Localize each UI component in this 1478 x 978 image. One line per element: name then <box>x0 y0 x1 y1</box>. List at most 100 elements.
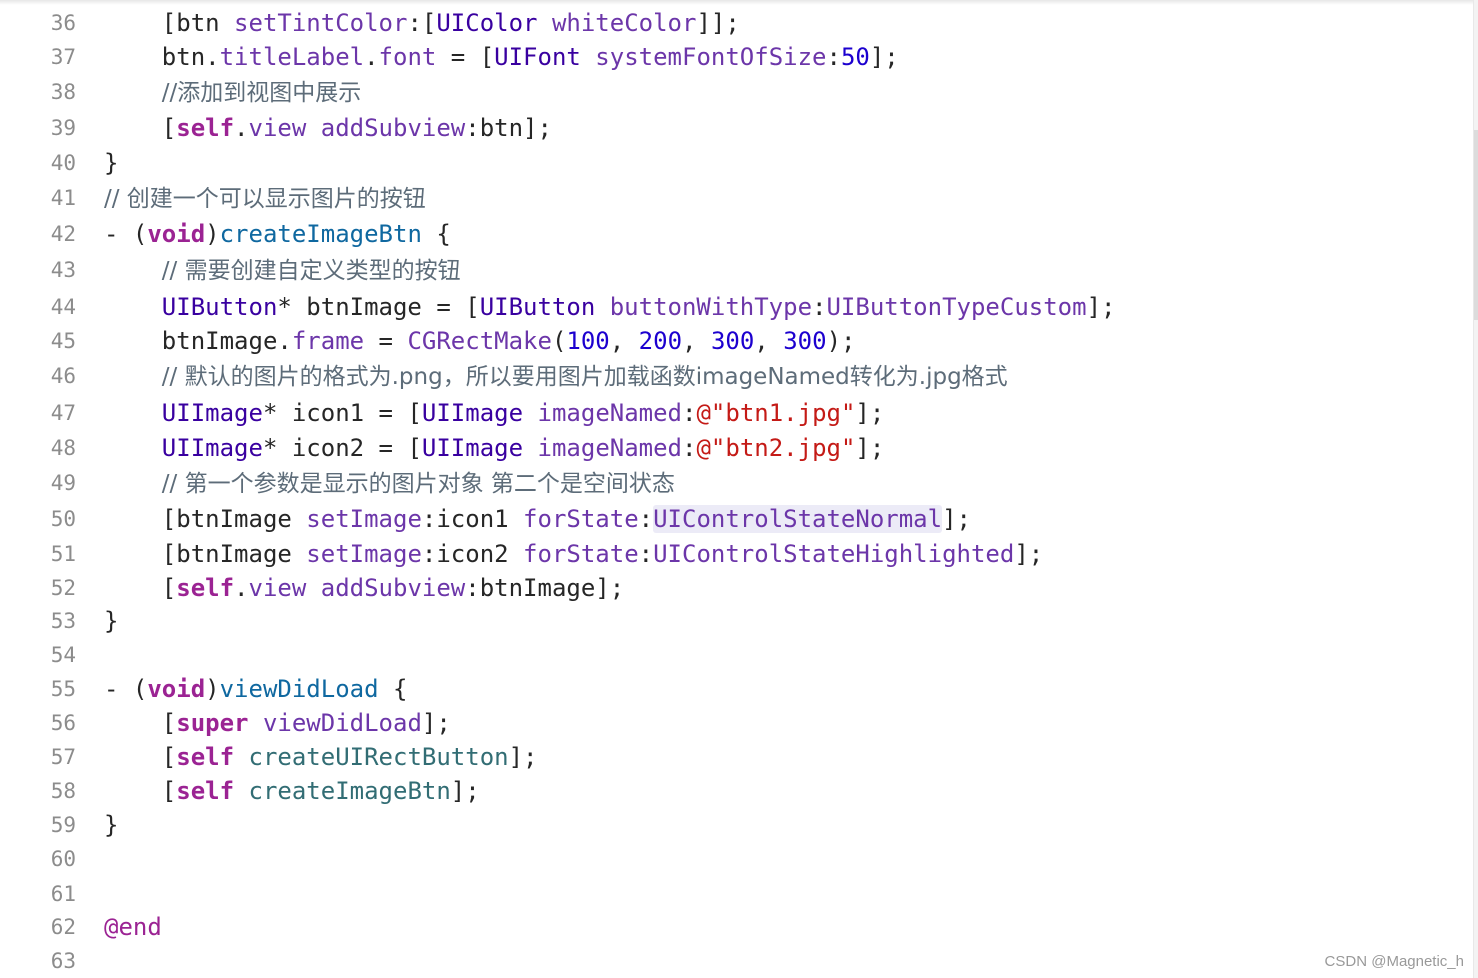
code-line[interactable]: 58 [self createImageBtn]; <box>0 774 1470 808</box>
code-line[interactable]: 56 [super viewDidLoad]; <box>0 706 1470 740</box>
line-number: 62 <box>50 915 76 939</box>
line-code: } <box>104 146 118 180</box>
code-line[interactable]: 46 // 默认的图片的格式为.png，所以要用图片加载函数imageNamed… <box>0 359 1470 393</box>
code-line[interactable]: 63 <box>0 944 1470 978</box>
line-code: btn.titleLabel.font = [UIFont systemFont… <box>104 40 899 74</box>
code-line[interactable]: 37 btn.titleLabel.font = [UIFont systemF… <box>0 40 1470 74</box>
code-line[interactable]: 40} <box>0 146 1470 180</box>
code-token: self <box>176 574 235 602</box>
code-line[interactable]: 52 [self.view addSubview:btnImage]; <box>0 571 1470 605</box>
line-code: [self createImageBtn]; <box>104 774 480 808</box>
code-line[interactable]: 62 @end <box>0 910 1470 944</box>
code-token: // 创建一个可以显示图片的按钮 <box>104 186 426 212</box>
code-line[interactable]: 61 <box>0 877 1470 911</box>
code-token: - ( <box>104 675 148 703</box>
code-token: : <box>682 399 697 427</box>
code-token: } <box>104 811 119 839</box>
code-token: setTintColor <box>234 9 408 37</box>
code-token: CGRectMake <box>407 327 552 355</box>
line-code: [btnImage setImage:icon2 forState:UICont… <box>104 537 1043 571</box>
code-token: ( <box>551 327 567 355</box>
code-token: 300 <box>710 327 755 355</box>
code-token: ]; <box>942 505 971 533</box>
code-token: = <box>364 327 408 355</box>
line-code: // 需要创建自定义类型的按钮 <box>104 253 461 288</box>
code-token: imageNamed <box>537 399 683 427</box>
scrollbar-thumb[interactable] <box>1474 130 1478 320</box>
code-line[interactable]: 49 // 第一个参数是显示的图片对象 第二个是空间状态 <box>0 466 1470 500</box>
code-line[interactable]: 59} <box>0 808 1470 842</box>
code-editor[interactable]: 36 [btn setTintColor:[UIColor whiteColor… <box>0 0 1478 978</box>
code-line[interactable]: 47 UIImage* icon1 = [UIImage imageNamed:… <box>0 396 1470 430</box>
line-number: 57 <box>50 745 76 769</box>
line-number: 60 <box>50 847 76 871</box>
code-line[interactable]: 48 UIImage* icon2 = [UIImage imageNamed:… <box>0 431 1470 465</box>
code-token: setImage <box>306 505 422 533</box>
line-number: 50 <box>50 507 76 531</box>
code-line[interactable]: 39 [self.view addSubview:btn]; <box>0 111 1470 145</box>
code-token: self <box>176 777 235 805</box>
code-token: view <box>248 114 307 142</box>
line-number: 52 <box>50 576 76 600</box>
code-line[interactable]: 53} <box>0 604 1470 638</box>
code-token: } <box>104 149 119 177</box>
code-line[interactable]: 51 [btnImage setImage:icon2 forState:UIC… <box>0 537 1470 571</box>
vertical-scrollbar[interactable] <box>1473 0 1478 978</box>
code-token: buttonWithType <box>609 293 813 321</box>
code-token: self <box>176 114 235 142</box>
line-code: - (void)viewDidLoad { <box>104 672 407 706</box>
line-number: 51 <box>50 542 76 566</box>
code-line[interactable]: 38 //添加到视图中展示 <box>0 75 1470 109</box>
code-token: view <box>248 574 307 602</box>
code-line[interactable]: 50 [btnImage setImage:icon1 forState:UIC… <box>0 502 1470 536</box>
code-token: UIButton <box>161 293 278 321</box>
code-line[interactable]: 54 <box>0 638 1470 672</box>
line-number: 56 <box>50 711 76 735</box>
code-token: ]; <box>1014 540 1044 568</box>
code-token: frame <box>291 327 365 355</box>
line-number: 41 <box>50 186 76 210</box>
code-line[interactable]: 42 - (void)createImageBtn { <box>0 217 1470 251</box>
code-token: ]; <box>450 777 480 805</box>
code-line[interactable]: 41 // 创建一个可以显示图片的按钮 <box>0 181 1470 215</box>
code-token: font <box>378 43 437 71</box>
code-token: addSubview <box>320 574 466 602</box>
code-token: , <box>609 327 639 355</box>
code-line[interactable]: 36 [btn setTintColor:[UIColor whiteColor… <box>0 6 1470 40</box>
code-token: . <box>234 574 249 602</box>
code-token: { <box>421 220 451 248</box>
line-number: 43 <box>50 258 76 282</box>
code-line[interactable]: 43 // 需要创建自定义类型的按钮 <box>0 253 1470 287</box>
code-token: } <box>104 607 119 635</box>
code-token: :btnImage]; <box>465 574 625 602</box>
code-token: UIImage <box>161 399 263 427</box>
code-line[interactable]: 45 btnImage.frame = CGRectMake(100, 200,… <box>0 324 1470 358</box>
code-token: UIImage <box>421 434 524 462</box>
line-number: 40 <box>50 151 76 175</box>
code-line[interactable]: 55 - (void)viewDidLoad { <box>0 672 1470 706</box>
code-token: :btn]; <box>465 114 552 142</box>
code-line[interactable]: 44 UIButton* btnImage = [UIButton button… <box>0 290 1470 324</box>
code-token: [ <box>104 777 177 805</box>
line-number: 54 <box>50 643 76 667</box>
code-token: ); <box>826 327 856 355</box>
line-code: // 第一个参数是显示的图片对象 第二个是空间状态 <box>104 466 675 501</box>
code-line[interactable]: 60 <box>0 842 1470 876</box>
code-token: : <box>826 43 841 71</box>
line-number: 61 <box>50 882 76 906</box>
code-line[interactable]: 57 [self createUIRectButton]; <box>0 740 1470 774</box>
code-token: whiteColor <box>551 9 697 37</box>
